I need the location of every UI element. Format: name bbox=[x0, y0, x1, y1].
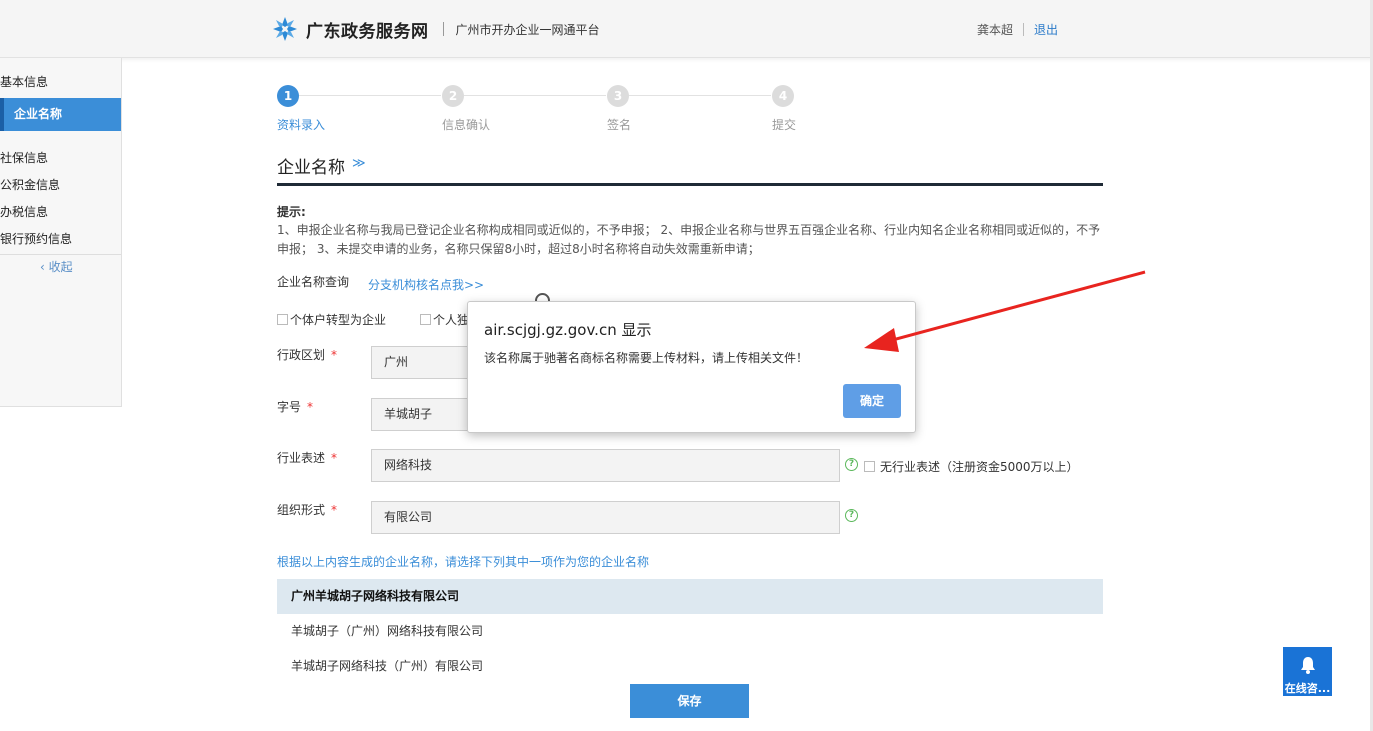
checkbox-box[interactable] bbox=[864, 461, 875, 472]
sidebar: 基本信息 企业名称 社保信息 公积金信息 办税信息 银行预约信息 ‹ 收起 bbox=[0, 58, 122, 407]
sidebar-collapse-button[interactable]: ‹ 收起 bbox=[40, 258, 73, 275]
checkbox-transform[interactable]: 个体户转型为企业 bbox=[277, 311, 386, 328]
step-connector bbox=[299, 95, 441, 96]
help-icon[interactable]: ? bbox=[845, 509, 858, 522]
sidebar-item-company-name[interactable]: 企业名称 bbox=[0, 98, 121, 131]
name-option-3[interactable]: 羊城胡子网络科技（广州）有限公司 bbox=[277, 649, 1103, 684]
brand[interactable]: 广东政务服务网 广州市开办企业一网通平台 bbox=[272, 16, 600, 42]
step-3-circle: 3 bbox=[607, 85, 629, 107]
name-query-label: 企业名称查询 bbox=[277, 275, 350, 289]
checkbox-no-industry[interactable]: 无行业表述（注册资金5000万以上） bbox=[864, 458, 1079, 475]
region-label: 行政区划 * bbox=[277, 348, 338, 362]
sidebar-item-housing-fund[interactable]: 公积金信息 bbox=[0, 176, 60, 193]
platform-name: 广州市开办企业一网通平台 bbox=[455, 22, 600, 37]
user-area: 龚本超 退出 bbox=[977, 21, 1058, 38]
gd-logo-icon bbox=[273, 17, 297, 41]
alert-dialog: air.scjgj.gz.gov.cn 显示 该名称属于驰著名商标名称需要上传材… bbox=[467, 301, 916, 433]
tip-text: 1、申报企业名称与我局已登记企业名称构成相同或近似的，不予申报； 2、申报企业名… bbox=[277, 223, 1101, 256]
brand-input[interactable]: 羊城胡子 bbox=[371, 398, 471, 431]
step-3-label: 签名 bbox=[607, 118, 632, 132]
branch-name-link[interactable]: 分支机构核名点我>> bbox=[368, 276, 484, 293]
sidebar-item-social-security[interactable]: 社保信息 bbox=[0, 149, 48, 166]
logout-link[interactable]: 退出 bbox=[1034, 21, 1058, 38]
save-button[interactable]: 保存 bbox=[630, 684, 749, 718]
step-2-label: 信息确认 bbox=[442, 118, 491, 132]
checkbox-box[interactable] bbox=[420, 314, 431, 325]
chevron-left-icon: ‹ bbox=[40, 260, 49, 274]
dialog-message: 该名称属于驰著名商标名称需要上传材料，请上传相关文件！ bbox=[484, 351, 809, 365]
brand-divider bbox=[442, 22, 444, 36]
step-2-circle: 2 bbox=[442, 85, 464, 107]
online-consult-label: 在线咨... bbox=[1284, 682, 1331, 695]
region-select[interactable]: 广州 bbox=[371, 346, 471, 379]
double-chevron-down-icon[interactable]: ≫ bbox=[352, 156, 366, 171]
brand-name: 广东政务服务网 bbox=[306, 21, 429, 42]
step-1-label: 资料录入 bbox=[277, 118, 326, 132]
help-icon[interactable]: ? bbox=[845, 458, 858, 471]
dialog-ok-button[interactable]: 确定 bbox=[843, 384, 901, 418]
step-connector bbox=[629, 95, 771, 96]
brand-label: 字号 * bbox=[277, 400, 314, 414]
section-divider bbox=[277, 183, 1103, 186]
online-consult-button[interactable]: 在线咨... bbox=[1283, 647, 1332, 696]
sidebar-item-bank-appointment[interactable]: 银行预约信息 bbox=[0, 230, 72, 247]
checkbox-box[interactable] bbox=[277, 314, 288, 325]
org-form-label: 组织形式 * bbox=[277, 503, 338, 517]
step-4-circle: 4 bbox=[772, 85, 794, 107]
dialog-title: air.scjgj.gz.gov.cn 显示 bbox=[484, 321, 652, 339]
step-1-circle: 1 bbox=[277, 85, 299, 107]
industry-input[interactable]: 网络科技 bbox=[371, 449, 840, 482]
sidebar-divider bbox=[0, 254, 121, 255]
checkbox-sole-label: 个人独 bbox=[433, 313, 470, 327]
section-title: 企业名称 bbox=[277, 158, 345, 178]
generated-names-hint: 根据以上内容生成的企业名称，请选择下列其中一项作为您的企业名称 bbox=[277, 555, 650, 569]
step-connector bbox=[464, 95, 606, 96]
checkbox-transform-label: 个体户转型为企业 bbox=[290, 313, 387, 327]
sidebar-item-basic-info[interactable]: 基本信息 bbox=[0, 73, 48, 90]
sidebar-item-tax[interactable]: 办税信息 bbox=[0, 203, 48, 220]
bell-icon bbox=[1301, 657, 1315, 674]
name-option-1[interactable]: 广州羊城胡子网络科技有限公司 bbox=[277, 579, 1103, 614]
org-form-input[interactable]: 有限公司 bbox=[371, 501, 840, 534]
checkbox-sole-proprietor[interactable]: 个人独 bbox=[420, 311, 469, 328]
step-4-label: 提交 bbox=[772, 118, 797, 132]
no-industry-label: 无行业表述（注册资金5000万以上） bbox=[880, 460, 1079, 474]
collapse-label: 收起 bbox=[48, 260, 73, 274]
user-name[interactable]: 龚本超 bbox=[977, 21, 1013, 38]
name-option-2[interactable]: 羊城胡子（广州）网络科技有限公司 bbox=[277, 614, 1103, 649]
tip-title: 提示: bbox=[277, 205, 306, 219]
top-header: 广东政务服务网 广州市开办企业一网通平台 龚本超 退出 bbox=[0, 0, 1373, 58]
industry-label: 行业表述 * bbox=[277, 451, 338, 465]
user-divider bbox=[1022, 23, 1024, 36]
